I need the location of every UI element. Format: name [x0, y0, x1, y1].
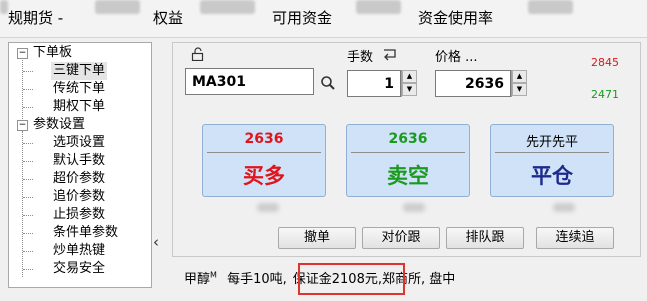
lot-size: 每手10吨, — [227, 272, 287, 287]
collapse-icon[interactable]: − — [17, 120, 28, 131]
buy-long-button[interactable]: 2636 买多 — [202, 124, 326, 197]
tree-item-options-order[interactable]: 期权下单 — [53, 98, 105, 116]
product-mark: M — [210, 270, 217, 280]
tree-item-chase-params[interactable]: 追价参数 — [53, 188, 105, 206]
buy-price: 2636 — [244, 131, 284, 147]
quantity-down-icon[interactable]: ▼ — [402, 83, 417, 96]
price-up-icon[interactable]: ▲ — [512, 70, 527, 83]
collapse-sidebar-arrow-icon[interactable]: ‹ — [153, 233, 159, 251]
quantity-label: 手数 — [347, 50, 374, 65]
tree-item-trading-security[interactable]: 交易安全 — [53, 260, 105, 278]
redacted-mark — [403, 203, 425, 212]
continuous-chase-button[interactable]: 连续追 — [536, 227, 614, 249]
buy-long-label: 买多 — [243, 163, 285, 188]
close-position-button[interactable]: 先开先平 平仓 — [490, 124, 614, 197]
redacted-available-value — [356, 0, 401, 14]
unlock-icon[interactable] — [191, 47, 205, 61]
collapse-icon[interactable]: − — [17, 48, 28, 59]
redacted-mark — [553, 203, 575, 212]
tree-group-parameter-settings[interactable]: 参数设置 — [33, 116, 85, 134]
cancel-order-button[interactable]: 撤单 — [278, 227, 356, 249]
settings-tree[interactable]: − 下单板 三键下单 传统下单 期权下单 − 参数设置 选项设置 默认手数 超价… — [8, 42, 152, 288]
tree-item-default-quantity[interactable]: 默认手数 — [53, 152, 105, 170]
tree-item-traditional-order[interactable]: 传统下单 — [53, 80, 105, 98]
price-stepper[interactable]: ▲ ▼ — [511, 70, 527, 97]
redacted-mark — [257, 203, 279, 212]
equity-label: 权益 — [153, 9, 184, 27]
lower-limit-price: 2471 — [591, 88, 619, 101]
queue-follow-button[interactable]: 排队跟 — [446, 227, 524, 249]
redacted-equity-value — [200, 0, 255, 14]
tree-group-order-panel[interactable]: 下单板 — [33, 44, 72, 62]
contract-input[interactable]: MA301 — [185, 68, 314, 95]
price-down-icon[interactable]: ▼ — [512, 83, 527, 96]
redacted-account-prefix — [0, 0, 8, 14]
price-label: 价格 ... — [435, 50, 478, 65]
tree-item-conditional-order-params[interactable]: 条件单参数 — [53, 224, 118, 242]
fund-usage-label: 资金使用率 — [418, 9, 494, 27]
counter-price-follow-button[interactable]: 对价跟 — [362, 227, 440, 249]
redacted-usage-value — [528, 0, 573, 14]
futures-company-label: 规期货 - — [8, 9, 64, 27]
product-name: 甲醇 — [184, 272, 211, 287]
tree-item-options-settings[interactable]: 选项设置 — [53, 134, 105, 152]
sell-short-button[interactable]: 2636 卖空 — [346, 124, 470, 197]
price-input[interactable]: 2636 — [435, 70, 511, 97]
quantity-stepper[interactable]: ▲ ▼ — [401, 70, 417, 97]
available-funds-label: 可用资金 — [272, 9, 333, 27]
account-info-bar: 规期货 - 权益 可用资金 资金使用率 — [0, 0, 647, 38]
tree-item-three-key-order[interactable]: 三键下单 — [51, 62, 108, 80]
upper-limit-price: 2845 — [591, 56, 619, 69]
quantity-input[interactable]: 1 — [347, 70, 401, 97]
sell-short-label: 卖空 — [387, 163, 429, 188]
tree-item-overprice-params[interactable]: 超价参数 — [53, 170, 105, 188]
tree-item-scalping-hotkeys[interactable]: 炒单热键 — [53, 242, 105, 260]
close-mode-label: 先开先平 — [525, 135, 578, 150]
search-icon[interactable] — [320, 75, 336, 91]
toggle-quantity-icon[interactable] — [382, 48, 398, 62]
quantity-up-icon[interactable]: ▲ — [402, 70, 417, 83]
close-position-label: 平仓 — [531, 163, 573, 188]
tree-item-stop-loss-params[interactable]: 止损参数 — [53, 206, 105, 224]
three-key-order-panel: MA301 手数 1 ▲ ▼ 价格 ... 2636 ▲ ▼ 2845 2471… — [172, 42, 641, 257]
redacted-account-id — [95, 0, 140, 14]
margin-highlight-box — [298, 263, 405, 295]
sell-price: 2636 — [388, 131, 428, 147]
